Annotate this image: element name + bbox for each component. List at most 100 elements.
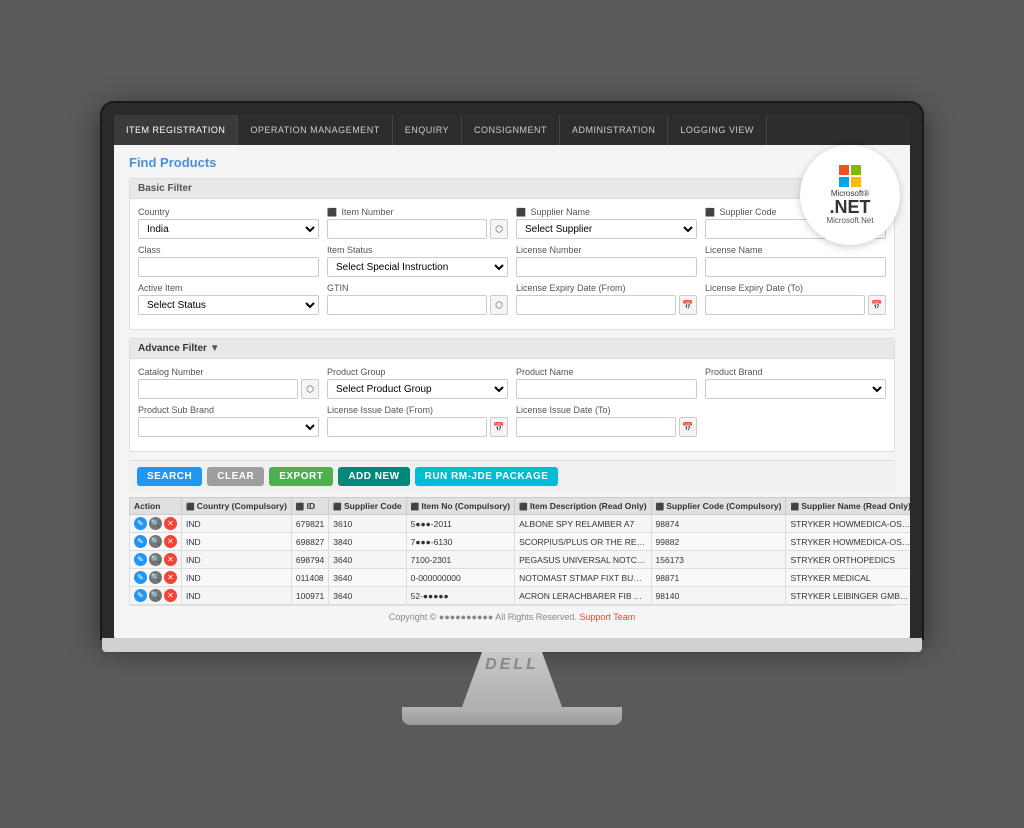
license-expiry-to-calendar-icon[interactable]: 📅: [868, 295, 886, 315]
edit-icon[interactable]: ✎: [134, 553, 147, 566]
product-group-select[interactable]: Select Product Group: [327, 379, 508, 399]
view-icon[interactable]: 🔍: [149, 571, 162, 584]
advance-filter-toggle-icon[interactable]: ▼: [210, 343, 220, 354]
country-select[interactable]: India: [138, 219, 319, 239]
cell-id: 698827: [291, 533, 328, 551]
active-item-label: Active Item: [138, 283, 319, 293]
product-sub-brand-group: Product Sub Brand: [138, 405, 319, 437]
delete-icon[interactable]: ✕: [164, 517, 177, 530]
supplier-name-group: ⬛ Supplier Name Select Supplier: [516, 207, 697, 239]
col-sup-name[interactable]: ⬛Supplier Name (Read Only): [786, 498, 910, 515]
catalog-number-input[interactable]: [138, 379, 298, 399]
class-label: Class: [138, 245, 319, 255]
run-rm-button[interactable]: RUN RM-JDE PACKAGE: [415, 467, 559, 486]
export-button[interactable]: EXPORT: [269, 467, 333, 486]
action-icons: ✎ 🔍 ✕: [134, 553, 177, 566]
catalog-number-group: Catalog Number ⬡: [138, 367, 319, 399]
cell-sup-name: STRYKER HOWMEDICA-OSTEONICS CORP: [786, 533, 910, 551]
delete-icon[interactable]: ✕: [164, 589, 177, 602]
supplier-name-select[interactable]: Select Supplier: [516, 219, 697, 239]
col-item-desc[interactable]: ⬛Item Description (Read Only): [515, 498, 651, 515]
edit-icon[interactable]: ✎: [134, 571, 147, 584]
country-label: Country: [138, 207, 319, 217]
product-name-input[interactable]: [516, 379, 697, 399]
advance-filter-header[interactable]: Advance Filter ▼: [130, 339, 894, 359]
license-number-input[interactable]: [516, 257, 697, 277]
delete-icon[interactable]: ✕: [164, 571, 177, 584]
delete-icon[interactable]: ✕: [164, 553, 177, 566]
license-issue-from-calendar-icon[interactable]: 📅: [490, 417, 508, 437]
catalog-number-icon[interactable]: ⬡: [301, 379, 319, 399]
cell-sup-name: STRYKER LEIBINGER GMBH & CO, KG 46 (1: [786, 587, 910, 605]
net-sub: Microsoft.Net: [826, 216, 873, 225]
cell-item-desc: ALBONE SPY RELAMBER A7: [515, 515, 651, 533]
action-icons: ✎ 🔍 ✕: [134, 535, 177, 548]
dotnet-badge: Microsoft® .NET Microsoft.Net: [800, 145, 900, 245]
nav-item-logging[interactable]: LOGGING VIEW: [668, 115, 767, 145]
col-sup-code[interactable]: ⬛Supplier Code: [329, 498, 406, 515]
gtin-input[interactable]: [327, 295, 487, 315]
delete-icon[interactable]: ✕: [164, 535, 177, 548]
item-number-search-icon[interactable]: ⬡: [490, 219, 508, 239]
product-group-group: Product Group Select Product Group: [327, 367, 508, 399]
product-name-group: Product Name: [516, 367, 697, 399]
license-issue-to-calendar-icon[interactable]: 📅: [679, 417, 697, 437]
product-sub-brand-select[interactable]: [138, 417, 319, 437]
license-expiry-from-calendar-icon[interactable]: 📅: [679, 295, 697, 315]
cell-action: ✎ 🔍 ✕: [130, 533, 182, 551]
license-expiry-from-input[interactable]: [516, 295, 676, 315]
nav-item-enquiry[interactable]: ENQUIRY: [393, 115, 462, 145]
edit-icon[interactable]: ✎: [134, 517, 147, 530]
edit-icon[interactable]: ✎: [134, 589, 147, 602]
view-icon[interactable]: 🔍: [149, 535, 162, 548]
action-buttons-bar: SEARCH CLEAR EXPORT ADD NEW RUN RM-JDE P…: [129, 460, 895, 492]
basic-filter-header[interactable]: Basic Filter: [130, 179, 894, 199]
edit-icon[interactable]: ✎: [134, 535, 147, 548]
license-expiry-to-input[interactable]: [705, 295, 865, 315]
search-button[interactable]: SEARCH: [137, 467, 202, 486]
license-issue-to-input[interactable]: [516, 417, 676, 437]
cell-id: 679821: [291, 515, 328, 533]
class-input[interactable]: [138, 257, 319, 277]
filter-row-2: Class Item Status Select Special Instruc…: [138, 245, 886, 277]
nav-item-consignment[interactable]: CONSIGNMENT: [462, 115, 560, 145]
action-icons: ✎ 🔍 ✕: [134, 571, 177, 584]
gtin-search-icon[interactable]: ⬡: [490, 295, 508, 315]
item-status-select[interactable]: Select Special Instruction: [327, 257, 508, 277]
cell-sup-code-comp: 156173: [651, 551, 786, 569]
item-number-input[interactable]: [327, 219, 487, 239]
active-item-select[interactable]: Select Status: [138, 295, 319, 315]
active-item-group: Active Item Select Status: [138, 283, 319, 315]
page-title: Find Products: [129, 155, 895, 170]
cell-action: ✎ 🔍 ✕: [130, 551, 182, 569]
cell-sup-code: 3840: [329, 533, 406, 551]
col-sup-code-comp[interactable]: ⬛Supplier Code (Compulsory): [651, 498, 786, 515]
view-icon[interactable]: 🔍: [149, 517, 162, 530]
product-brand-select[interactable]: [705, 379, 886, 399]
col-country[interactable]: ⬛Country (Compulsory): [182, 498, 292, 515]
col-action: Action: [130, 498, 182, 515]
col-item-no[interactable]: ⬛Item No (Compulsory): [406, 498, 515, 515]
action-icons: ✎ 🔍 ✕: [134, 517, 177, 530]
item-status-label: Item Status: [327, 245, 508, 255]
table-row: ✎ 🔍 ✕ IND 100971 3640 52-●●●●● ACRON LER…: [130, 587, 911, 605]
nav-item-operation[interactable]: OPERATION MANAGEMENT: [238, 115, 392, 145]
add-new-button[interactable]: ADD NEW: [338, 467, 409, 486]
view-icon[interactable]: 🔍: [149, 589, 162, 602]
cell-item-desc: NOTOMAST STMAP FIXT BUCKLE: [515, 569, 651, 587]
support-link[interactable]: Support Team: [579, 612, 635, 622]
item-number-input-group: ⬡: [327, 219, 508, 239]
cell-id: 698794: [291, 551, 328, 569]
advance-filter-toggle[interactable]: Advance Filter: [138, 343, 207, 354]
license-expiry-from-group: License Expiry Date (From) 📅: [516, 283, 697, 315]
clear-button[interactable]: CLEAR: [207, 467, 264, 486]
nav-item-registration[interactable]: ITEM REGISTRATION: [114, 115, 238, 145]
license-name-input[interactable]: [705, 257, 886, 277]
license-issue-to-label: License Issue Date (To): [516, 405, 697, 415]
license-issue-from-input[interactable]: [327, 417, 487, 437]
table-header: Action ⬛Country (Compulsory) ⬛ID ⬛Suppli…: [130, 498, 911, 515]
col-id[interactable]: ⬛ID: [291, 498, 328, 515]
license-expiry-to-group: License Expiry Date (To) 📅: [705, 283, 886, 315]
nav-item-administration[interactable]: ADMINISTRATION: [560, 115, 668, 145]
view-icon[interactable]: 🔍: [149, 553, 162, 566]
